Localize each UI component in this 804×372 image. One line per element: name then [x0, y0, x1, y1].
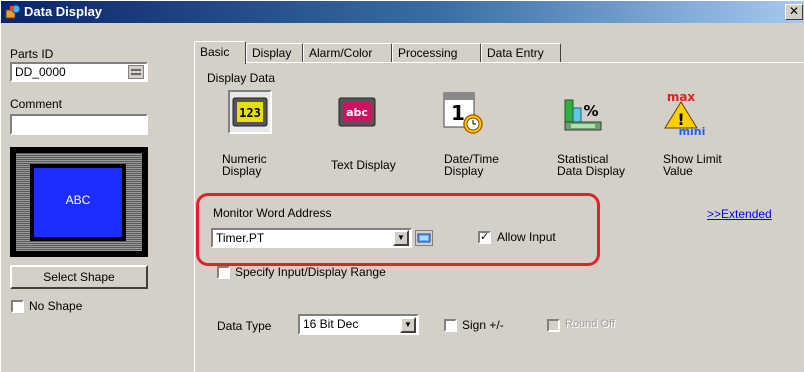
allow-input-checkbox[interactable]: ✓: [478, 231, 491, 244]
monitor-address-dropdown-icon[interactable]: ▼: [393, 230, 409, 246]
date-time-display-icon: 1: [443, 92, 483, 134]
numeric-display-label-line2: Display: [222, 164, 262, 178]
address-keypad-icon[interactable]: [415, 230, 433, 246]
tab-alarm-color[interactable]: Alarm/Color: [303, 43, 392, 63]
numeric-display-icon: 123: [232, 97, 268, 127]
tab-basic[interactable]: Basic: [194, 41, 246, 64]
text-display-option[interactable]: abc: [335, 90, 379, 134]
preview-text: ABC: [65, 193, 91, 207]
monitor-word-address-label: Monitor Word Address: [213, 206, 332, 220]
statistical-label-line2: Data Display: [557, 164, 626, 178]
statistical-data-display-label: Statistical Data Display: [557, 153, 625, 177]
specify-range-label: Specify Input/Display Range: [235, 265, 386, 279]
extended-link[interactable]: >>Extended: [707, 207, 772, 221]
close-button[interactable]: ✕: [785, 4, 803, 20]
numeric-display-option[interactable]: 123: [228, 90, 272, 134]
monitor-address-value: Timer.PT: [216, 231, 265, 245]
show-limit-value-label: Show Limit Value: [663, 153, 722, 177]
show-limit-icon: max ! mini: [664, 90, 705, 138]
numeric-icon-text: 123: [239, 106, 261, 120]
data-type-value: 16 Bit Dec: [303, 317, 359, 331]
sign-checkbox[interactable]: [444, 319, 457, 332]
parts-id-value: DD_0000: [15, 65, 66, 79]
numeric-display-label: Numeric Display: [222, 153, 267, 177]
spinner-icon[interactable]: [128, 65, 144, 79]
app-icon: [5, 4, 21, 20]
text-display-label: Text Display: [331, 158, 396, 172]
specify-range-checkbox[interactable]: [217, 266, 230, 279]
text-icon-text: abc: [346, 106, 368, 119]
shape-preview: ABC: [10, 147, 148, 257]
no-shape-label: No Shape: [29, 299, 83, 313]
text-display-icon: abc: [338, 97, 376, 127]
no-shape-checkbox[interactable]: [11, 300, 24, 313]
percent-icon-text: %: [583, 102, 598, 120]
preview-label-box: ABC: [34, 168, 122, 237]
sign-label: Sign +/-: [462, 318, 504, 332]
show-limit-value-option[interactable]: max ! mini: [661, 90, 705, 138]
select-shape-button[interactable]: Select Shape: [10, 265, 148, 289]
data-type-dropdown-icon[interactable]: ▼: [400, 317, 416, 333]
comment-field[interactable]: [10, 114, 148, 135]
data-display-window: Data Display ✕ Parts ID DD_0000 Comment …: [0, 0, 804, 372]
date-time-display-option[interactable]: 1: [441, 90, 485, 134]
date-time-display-label: Date/Time Display: [444, 153, 499, 177]
data-type-label: Data Type: [217, 319, 272, 333]
monitor-address-input[interactable]: Timer.PT: [211, 228, 412, 248]
statistical-data-icon: %: [564, 99, 602, 131]
show-limit-label-line2: Value: [663, 164, 693, 178]
title-bar: Data Display ✕: [1, 1, 804, 23]
tab-processing[interactable]: Processing: [392, 43, 481, 63]
date-icon-text: 1: [451, 101, 465, 125]
tab-display[interactable]: Display: [246, 43, 303, 63]
mini-icon-text: mini: [679, 125, 705, 136]
date-time-label-line2: Display: [444, 164, 484, 178]
display-data-label: Display Data: [207, 71, 276, 85]
statistical-data-display-option[interactable]: %: [561, 90, 605, 134]
parts-id-field[interactable]: DD_0000: [10, 62, 148, 82]
comment-label: Comment: [10, 97, 63, 111]
round-off-checkbox: [547, 319, 560, 332]
tab-data-entry[interactable]: Data Entry: [481, 43, 561, 63]
parts-id-label: Parts ID: [10, 47, 54, 61]
round-off-label: Round Off: [565, 318, 615, 330]
window-title: Data Display: [24, 4, 103, 19]
allow-input-label: Allow Input: [497, 230, 556, 244]
